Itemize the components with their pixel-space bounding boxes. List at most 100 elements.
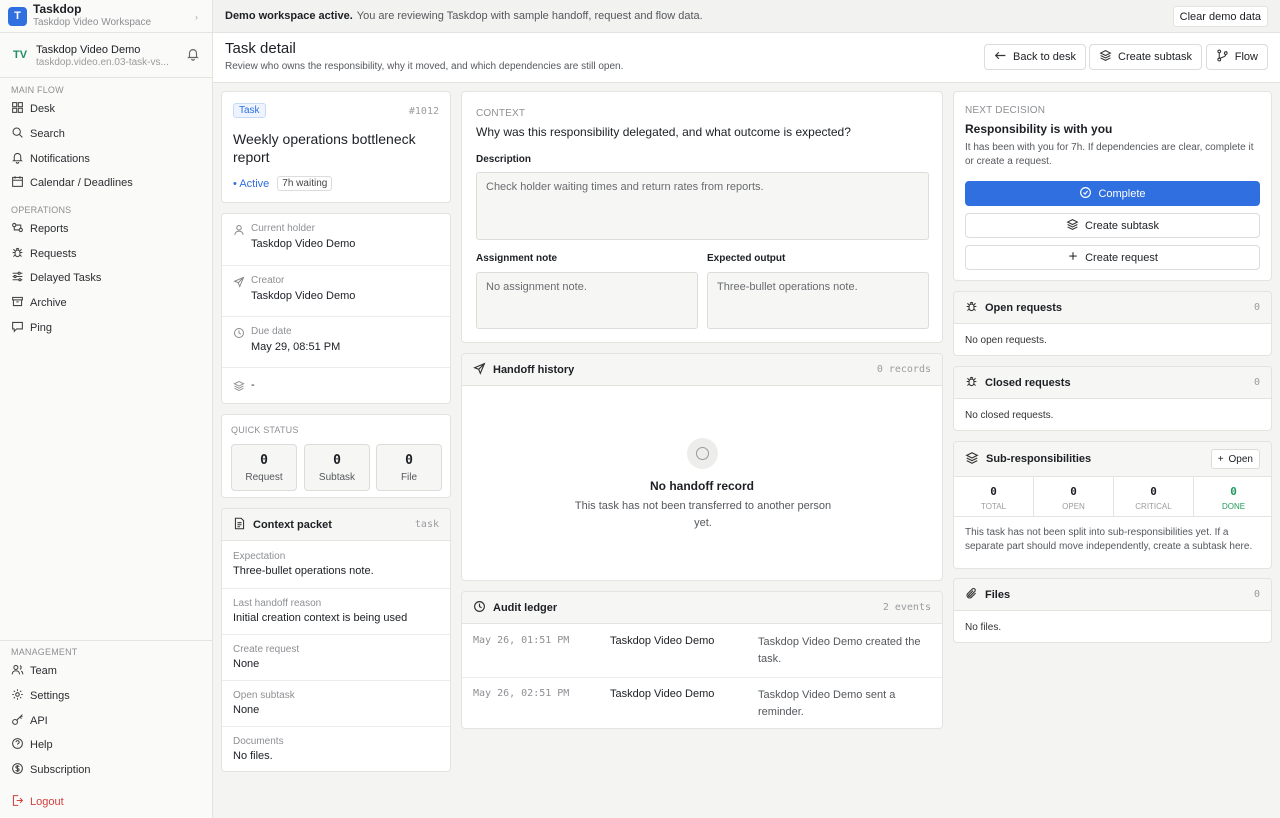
meta-label: Creator <box>251 275 285 286</box>
meta-label: Current holder <box>251 223 315 234</box>
meta-row-due-date: Due date May 29, 08:51 PM <box>222 316 450 367</box>
handoff-history-card: Handoff history 0 records No handoff rec… <box>461 353 943 581</box>
clock-icon <box>473 600 493 616</box>
handoff-count: 0 records <box>876 364 931 375</box>
layers-icon <box>965 451 986 468</box>
sidebar-item-reports[interactable]: Reports <box>0 217 212 242</box>
create-subtask-header-button[interactable]: Create subtask <box>1089 44 1202 70</box>
assignment-note-field[interactable]: No assignment note. <box>476 272 698 329</box>
sidebar-item-delayed-tasks[interactable]: Delayed Tasks <box>0 266 212 291</box>
stat-critical: 0 CRITICAL <box>1114 477 1194 517</box>
status-badge: • Active <box>233 177 270 190</box>
meta-value: Taskdop Video Demo <box>251 238 356 250</box>
section-operations: OPERATIONS <box>11 204 72 215</box>
stat-label: Request <box>245 472 283 483</box>
logout-icon <box>11 794 30 810</box>
archive-icon <box>11 295 30 311</box>
sidebar-item-ping[interactable]: Ping <box>0 316 212 341</box>
sub-responsibilities-header: Sub-responsibilities + Open <box>954 442 1271 477</box>
closed-requests-card: Closed requests 0 No closed requests. <box>953 366 1272 431</box>
subresp-text: This task has not been split into sub-re… <box>965 527 1253 552</box>
packet-label: Create request <box>233 644 300 655</box>
sidebar-item-team[interactable]: Team <box>0 659 212 684</box>
meta-row-parent: - <box>222 367 450 403</box>
files-count: 0 <box>1253 589 1260 600</box>
account-switcher[interactable]: TV Taskdop Video Demo taskdop.video.en.0… <box>0 33 212 78</box>
sidebar-item-search[interactable]: Search <box>0 122 212 147</box>
section-management: MANAGEMENT <box>11 647 78 657</box>
open-subresp-button[interactable]: + Open <box>1210 449 1260 469</box>
stat-label: OPEN <box>1062 502 1085 511</box>
sidebar-item-settings[interactable]: Settings <box>0 684 212 709</box>
create-subtask-button[interactable]: Create subtask <box>965 213 1260 238</box>
demo-banner: Demo workspace active. You are reviewing… <box>213 0 1280 33</box>
packet-row: Expectation Three-bullet operations note. <box>222 542 450 588</box>
audit-ledger-card: Audit ledger 2 events May 26, 01:51 PM T… <box>461 591 943 729</box>
packet-label: Expectation <box>233 551 286 562</box>
plus-icon <box>1067 250 1085 265</box>
context-card: CONTEXT Why was this responsibility dele… <box>461 91 943 343</box>
flow-button[interactable]: Flow <box>1205 44 1268 70</box>
section-main-flow: MAIN FLOW <box>11 85 64 95</box>
assignment-note-label: Assignment note <box>476 253 558 264</box>
files-empty: No files. <box>965 622 1002 633</box>
avatar: TV <box>12 49 28 61</box>
sidebar-item-label: Ping <box>30 321 53 334</box>
logout-button[interactable]: Logout <box>0 789 212 814</box>
sidebar-item-notifications[interactable]: Notifications <box>0 146 212 171</box>
stat-label: DONE <box>1221 502 1246 511</box>
closed-requests-header: Closed requests 0 <box>954 367 1271 399</box>
create-subtask-label: Create subtask <box>1085 219 1159 232</box>
bell-icon <box>11 151 30 167</box>
sidebar-item-calendar[interactable]: Calendar / Deadlines <box>0 171 212 196</box>
packet-label: Last handoff reason <box>233 598 322 609</box>
quick-status-subtask[interactable]: 0 Subtask <box>304 444 370 491</box>
packet-row: Last handoff reason Initial creation cont… <box>222 588 450 634</box>
quick-status-file[interactable]: 0 File <box>376 444 442 491</box>
workspace-switcher[interactable]: T Taskdop Taskdop Video Workspace › <box>0 0 212 33</box>
packet-value: No files. <box>233 750 273 762</box>
packet-value: None <box>233 704 260 716</box>
send-icon <box>473 362 493 378</box>
task-type-tag: Task <box>233 103 266 118</box>
bell-icon[interactable] <box>186 47 200 64</box>
back-to-desk-button[interactable]: Back to desk <box>984 44 1086 70</box>
expected-output-field[interactable]: Three-bullet operations note. <box>707 272 929 329</box>
audit-actor: Taskdop Video Demo <box>610 688 715 700</box>
sidebar-item-archive[interactable]: Archive <box>0 291 212 316</box>
audit-count: 2 events <box>882 602 931 613</box>
create-request-button[interactable]: Create request <box>965 245 1260 270</box>
sidebar-item-help[interactable]: Help <box>0 733 212 758</box>
stat-count: 0 <box>1230 485 1237 498</box>
stat-label: Subtask <box>318 472 356 483</box>
meta-row-creator: Creator Taskdop Video Demo <box>222 265 450 316</box>
description-field[interactable]: Check holder waiting times and return ra… <box>476 172 929 240</box>
stat-label: CRITICAL <box>1135 502 1172 511</box>
reports-icon <box>11 221 30 237</box>
packet-row: Create request None <box>222 634 450 680</box>
decision-text: It has been with you for 7h. If dependen… <box>965 142 1254 167</box>
sidebar-item-label: Desk <box>30 103 56 116</box>
audit-time: May 26, 02:51 PM <box>473 688 570 699</box>
sidebar-item-subscription[interactable]: Subscription <box>0 758 212 783</box>
complete-button[interactable]: Complete <box>965 181 1260 206</box>
meta-value: Taskdop Video Demo <box>251 290 356 302</box>
closed-requests-title: Closed requests <box>985 376 1071 389</box>
bug-icon <box>965 300 985 316</box>
open-requests-title: Open requests <box>985 301 1063 314</box>
sidebar-item-desk[interactable]: Desk <box>0 97 212 122</box>
packet-row: Documents No files. <box>222 726 450 771</box>
dollar-icon <box>11 762 30 778</box>
create-request-label: Create request <box>1085 251 1158 264</box>
ping-icon <box>11 320 30 336</box>
clear-demo-data-button[interactable]: Clear demo data <box>1172 6 1268 27</box>
decision-title: Responsibility is with you <box>965 122 1113 136</box>
calendar-icon <box>11 175 30 191</box>
sidebar-item-requests[interactable]: Requests <box>0 241 212 266</box>
quick-status-request[interactable]: 0 Request <box>231 444 297 491</box>
sidebar-item-label: Delayed Tasks <box>30 272 102 285</box>
sidebar-item-api[interactable]: API <box>0 708 212 733</box>
chevron-right-icon: › <box>195 12 198 22</box>
sidebar-item-label: Search <box>30 128 65 141</box>
plus-icon: + <box>1217 453 1224 465</box>
